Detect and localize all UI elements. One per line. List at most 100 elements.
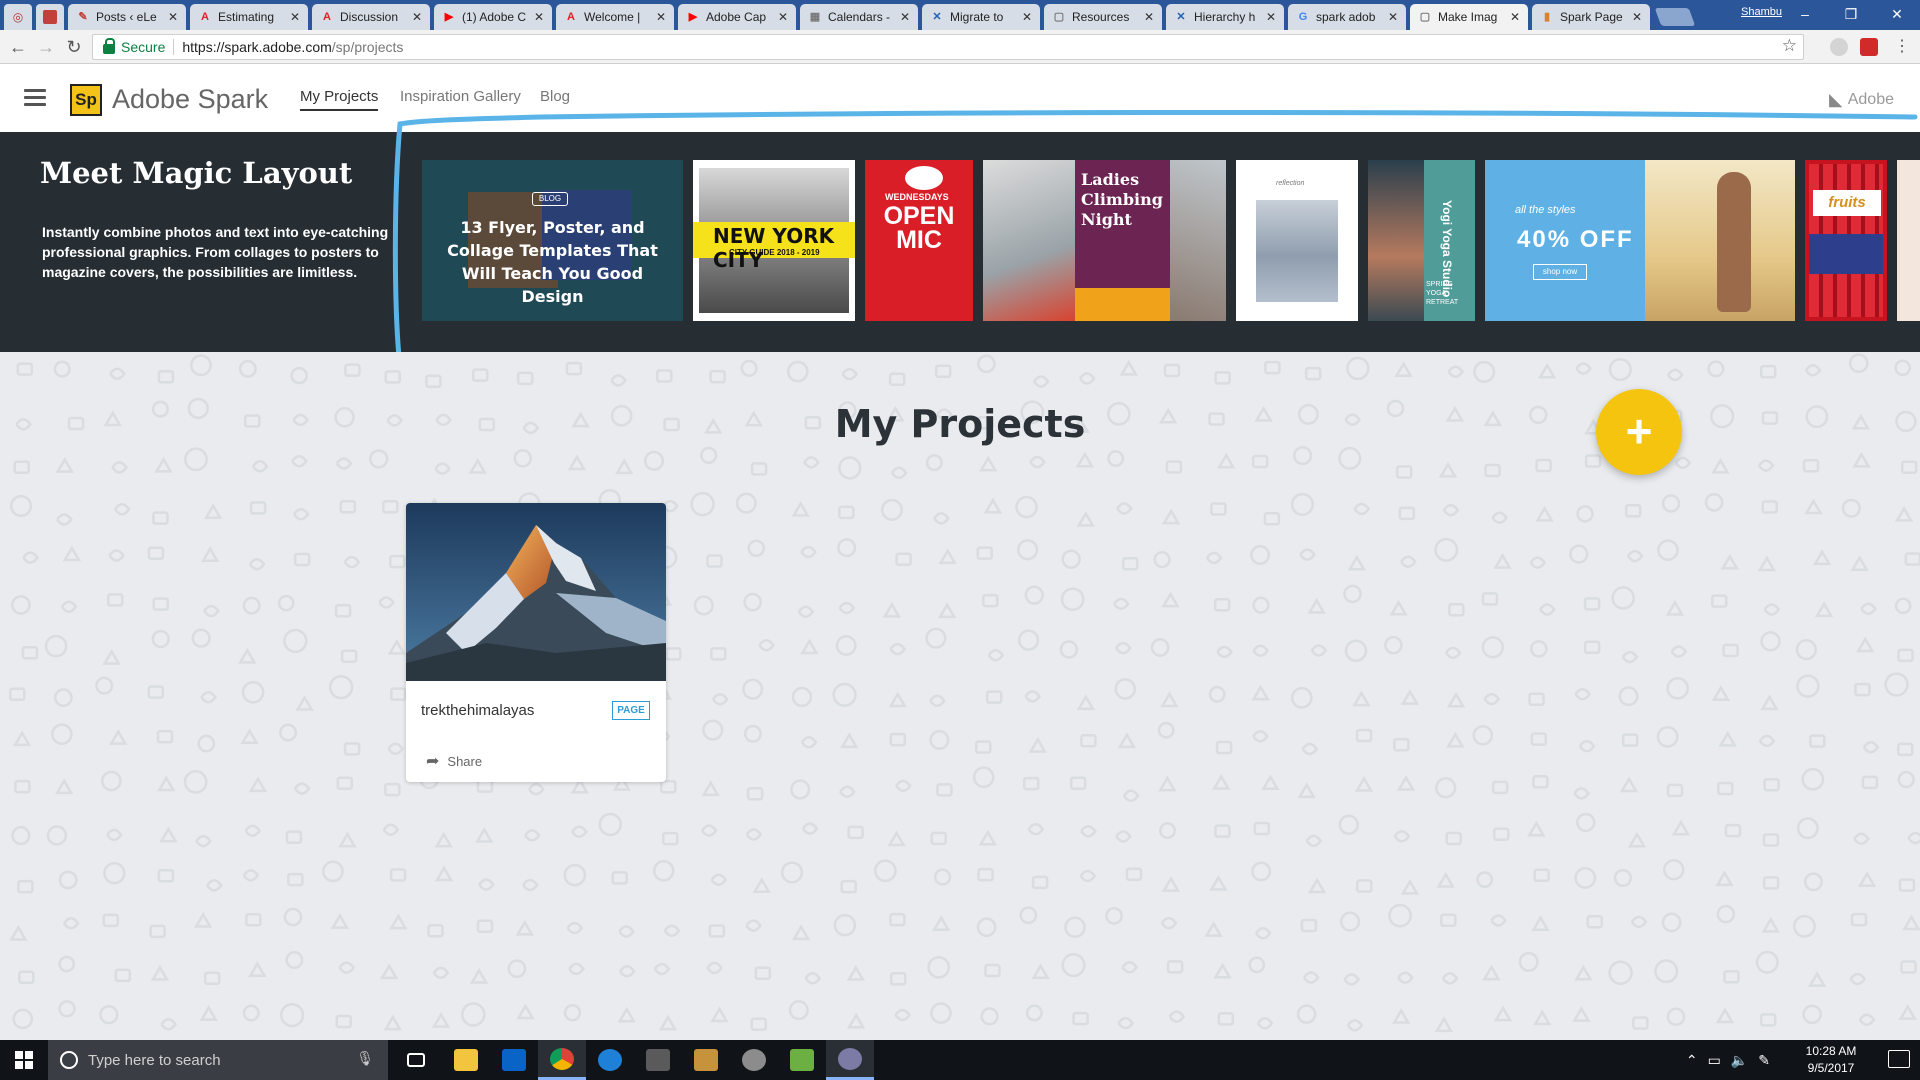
browser-tab[interactable]: A Discussion ✕ xyxy=(312,4,430,30)
tab-title: Hierarchy h xyxy=(1194,10,1256,24)
template-thumb-partial[interactable] xyxy=(1897,160,1920,321)
snipping-tool-icon[interactable] xyxy=(730,1040,778,1080)
create-project-button[interactable]: + xyxy=(1596,389,1682,475)
browser-tab[interactable]: A Estimating ✕ xyxy=(190,4,308,30)
browser-profile-name[interactable]: Shambu xyxy=(1741,6,1782,18)
template-thumb-climbing[interactable]: Ladies Climbing Night xyxy=(983,160,1226,321)
tab-close-icon[interactable]: ✕ xyxy=(1266,10,1276,24)
page-favicon-icon: ▢ xyxy=(1419,11,1431,23)
browser-tab[interactable]: ▦ Calendars - ✕ xyxy=(800,4,918,30)
nav-my-projects[interactable]: My Projects xyxy=(300,88,379,111)
tab-close-icon[interactable]: ✕ xyxy=(290,10,300,24)
tray-chevron-icon[interactable]: ⌃ xyxy=(1686,1052,1698,1069)
browser-tab[interactable]: ▮ Spark Page ✕ xyxy=(1532,4,1650,30)
edge-icon[interactable] xyxy=(586,1040,634,1080)
taskbar-search-box[interactable]: Type here to search 🎙 xyxy=(48,1040,388,1080)
reload-icon[interactable]: ↻ xyxy=(62,36,86,58)
tab-close-icon[interactable]: ✕ xyxy=(1144,10,1154,24)
tab-close-icon[interactable]: ✕ xyxy=(168,10,178,24)
outlook-icon[interactable] xyxy=(490,1040,538,1080)
tab-close-icon[interactable]: ✕ xyxy=(412,10,422,24)
nav-blog[interactable]: Blog xyxy=(540,88,570,105)
tab-close-icon[interactable]: ✕ xyxy=(1632,10,1642,24)
hamburger-menu-icon[interactable] xyxy=(24,89,46,107)
project-title[interactable]: trekthehimalayas xyxy=(421,702,534,719)
microphone-icon[interactable]: 🎙 xyxy=(356,1050,374,1067)
app-icon[interactable] xyxy=(682,1040,730,1080)
clock-date: 9/5/2017 xyxy=(1807,1061,1855,1075)
browser-tab[interactable]: ▶ (1) Adobe C ✕ xyxy=(434,4,552,30)
template-thumb-blog[interactable]: BLOG 13 Flyer, Poster, and Collage Templ… xyxy=(422,160,683,321)
tab-close-icon[interactable]: ✕ xyxy=(1022,10,1032,24)
google-favicon-icon: G xyxy=(1298,11,1308,23)
tab-close-icon[interactable]: ✕ xyxy=(534,10,544,24)
browser-menu-icon[interactable]: ⋮ xyxy=(1890,36,1914,58)
tab-close-icon[interactable]: ✕ xyxy=(1388,10,1398,24)
pinned-tab-icon xyxy=(43,10,57,24)
tab-title: Make Imag xyxy=(1438,10,1498,24)
system-tray: ⌃ ▭ 🔈 ✎ xyxy=(1676,1040,1770,1080)
project-card[interactable]: trekthehimalayas PAGE ➦ Share xyxy=(406,503,666,782)
sale-top-text: all the styles xyxy=(1515,204,1576,216)
task-view-icon[interactable] xyxy=(392,1040,440,1080)
forward-icon[interactable]: → xyxy=(34,36,58,58)
taskbar-clock[interactable]: 10:28 AM 9/5/2017 xyxy=(1796,1043,1866,1077)
windows-start-icon[interactable] xyxy=(0,1040,48,1080)
bookmark-star-icon[interactable]: ☆ xyxy=(1782,36,1797,56)
tab-close-icon[interactable]: ✕ xyxy=(778,10,788,24)
lock-icon xyxy=(103,38,115,54)
file-explorer-icon[interactable] xyxy=(442,1040,490,1080)
app-name[interactable]: Adobe Spark xyxy=(112,84,268,115)
adobe-link[interactable]: ◣ Adobe xyxy=(1829,90,1894,110)
tab-close-icon[interactable]: ✕ xyxy=(1510,10,1520,24)
browser-tab[interactable]: ✎ Posts ‹ eLe ✕ xyxy=(68,4,186,30)
new-tab-button[interactable] xyxy=(1654,8,1696,26)
notepad-icon[interactable] xyxy=(778,1040,826,1080)
project-type-badge: PAGE xyxy=(612,701,650,720)
minimize-icon[interactable]: – xyxy=(1782,0,1828,28)
browser-tab[interactable]: ▢ Make Imag ✕ xyxy=(1410,4,1528,30)
template-thumb-fruits[interactable]: fruits xyxy=(1805,160,1887,321)
calculator-icon[interactable] xyxy=(634,1040,682,1080)
template-thumb-reflection[interactable]: reflection xyxy=(1236,160,1358,321)
chrome-icon[interactable] xyxy=(538,1040,586,1080)
template-thumb-nyc[interactable]: NEW YORK CITY CITY GUIDE 2018 - 2019 xyxy=(693,160,855,321)
address-bar[interactable]: Secure https://spark.adobe.com/sp/projec… xyxy=(92,34,1804,60)
extension-icon[interactable] xyxy=(1830,38,1848,56)
project-thumbnail[interactable] xyxy=(406,503,666,681)
browser-tab[interactable]: A Welcome | ✕ xyxy=(556,4,674,30)
close-window-icon[interactable]: ✕ xyxy=(1874,0,1920,28)
adobe-extension-icon[interactable] xyxy=(1860,38,1878,56)
network-icon[interactable]: ▭ xyxy=(1708,1052,1721,1069)
pinned-tab[interactable] xyxy=(36,4,64,30)
template-thumb-open-mic[interactable]: WEDNESDAYS OPEN MIC xyxy=(865,160,973,321)
pen-icon[interactable]: ✎ xyxy=(1758,1052,1770,1069)
pinned-tab[interactable]: ◎ xyxy=(4,4,32,30)
tab-close-icon[interactable]: ✕ xyxy=(900,10,910,24)
restore-icon[interactable]: ❐ xyxy=(1828,0,1874,28)
adobe-favicon-icon: A xyxy=(201,11,209,23)
action-center-icon[interactable] xyxy=(1888,1050,1910,1068)
browser-tab[interactable]: Gspark adob ✕ xyxy=(1288,4,1406,30)
spark-logo[interactable]: Sp xyxy=(70,84,102,116)
tab-close-icon[interactable]: ✕ xyxy=(656,10,666,24)
tab-title: Migrate to xyxy=(950,10,1004,24)
template-thumb-sale[interactable]: all the styles 40% OFF shop now xyxy=(1485,160,1795,321)
browser-tab[interactable]: ▢ Resources ✕ xyxy=(1044,4,1162,30)
mic-day: WEDNESDAYS xyxy=(885,192,949,202)
share-label: Share xyxy=(447,753,483,769)
back-icon[interactable]: ← xyxy=(6,36,30,58)
sale-button-text: shop now xyxy=(1533,264,1587,280)
media-app-icon[interactable] xyxy=(826,1040,874,1080)
clock-time: 10:28 AM xyxy=(1805,1044,1857,1058)
browser-tab[interactable]: ✕ Hierarchy h ✕ xyxy=(1166,4,1284,30)
nav-inspiration-gallery[interactable]: Inspiration Gallery xyxy=(400,88,521,105)
browser-tab[interactable]: ✕ Migrate to ✕ xyxy=(922,4,1040,30)
share-button[interactable]: ➦ Share xyxy=(426,751,482,771)
tab-title: Posts ‹ eLe xyxy=(96,10,157,24)
pinned-tab-icon: ◎ xyxy=(12,10,24,24)
volume-icon[interactable]: 🔈 xyxy=(1731,1052,1748,1069)
url-text[interactable]: https://spark.adobe.com/sp/projects xyxy=(182,39,403,55)
browser-tab[interactable]: ▶ Adobe Cap ✕ xyxy=(678,4,796,30)
template-thumb-yoga[interactable]: SPRING YOGA RETREAT Yogi Yoga Studio xyxy=(1368,160,1475,321)
